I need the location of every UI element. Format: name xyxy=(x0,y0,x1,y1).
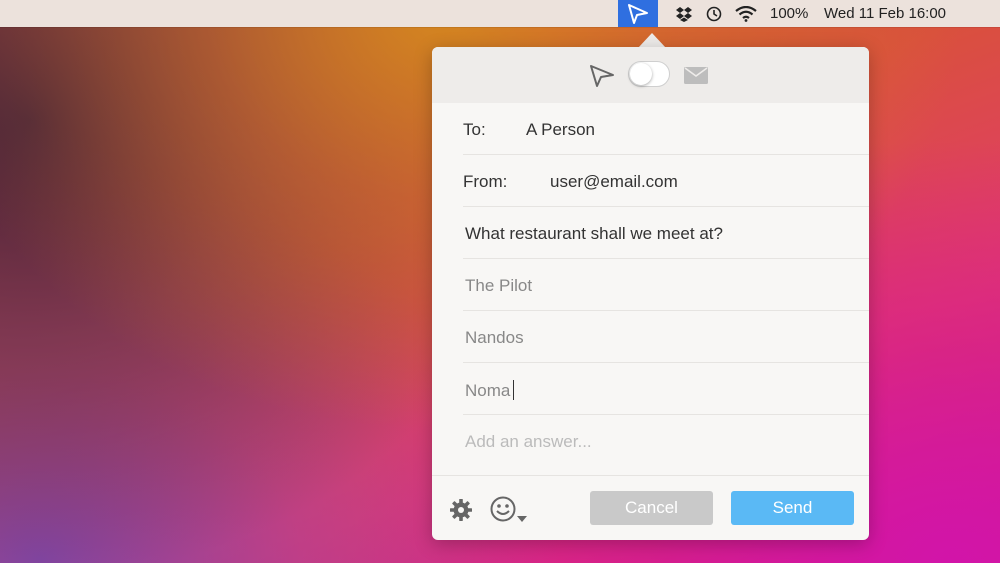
dropbox-icon[interactable] xyxy=(673,0,695,27)
answer-text: Noma xyxy=(465,381,511,400)
answer-row[interactable]: Nandos xyxy=(463,311,869,363)
question-text[interactable]: What restaurant shall we meet at? xyxy=(465,224,723,244)
text-cursor xyxy=(513,380,515,400)
cancel-button[interactable]: Cancel xyxy=(590,491,713,525)
menubar-clock[interactable]: Wed 11 Feb 16:00 xyxy=(824,0,946,27)
compose-popover: To: A Person From: user@email.com What r… xyxy=(432,47,869,540)
to-label: To: xyxy=(463,120,486,139)
smiley-icon[interactable] xyxy=(490,496,516,522)
to-row[interactable]: To: A Person xyxy=(463,103,869,155)
chevron-down-icon[interactable] xyxy=(517,516,527,522)
answer-option[interactable]: Nandos xyxy=(465,328,524,348)
add-answer-input[interactable]: Add an answer... xyxy=(465,432,592,452)
toggle-knob xyxy=(630,63,652,85)
to-recipient[interactable]: A Person xyxy=(526,120,595,140)
menu-bar: 100% Wed 11 Feb 16:00 xyxy=(0,0,1000,27)
from-row[interactable]: From: user@email.com xyxy=(463,155,869,207)
answer-option-editing[interactable]: Noma xyxy=(465,380,515,401)
wifi-icon[interactable] xyxy=(733,0,759,27)
gear-icon[interactable] xyxy=(449,498,473,522)
mode-toggle-switch[interactable] xyxy=(628,61,670,87)
popover-footer: Cancel Send xyxy=(432,475,869,540)
answer-row-active[interactable]: Noma xyxy=(463,363,869,415)
paper-plane-icon[interactable] xyxy=(589,64,615,88)
popover-header xyxy=(432,47,869,103)
from-label: From: xyxy=(463,172,508,191)
envelope-icon[interactable] xyxy=(684,67,708,84)
send-button[interactable]: Send xyxy=(731,491,854,525)
clock-icon[interactable] xyxy=(703,0,725,27)
answer-row[interactable]: The Pilot xyxy=(463,259,869,311)
battery-percentage[interactable]: 100% xyxy=(770,0,808,27)
add-answer-row[interactable]: Add an answer... xyxy=(463,415,869,467)
paper-plane-icon xyxy=(628,3,648,24)
answer-option[interactable]: The Pilot xyxy=(465,276,532,296)
question-row[interactable]: What restaurant shall we meet at? xyxy=(463,207,869,259)
from-sender[interactable]: user@email.com xyxy=(550,172,678,192)
menubar-app-button[interactable] xyxy=(618,0,658,27)
popover-pointer xyxy=(638,33,666,48)
